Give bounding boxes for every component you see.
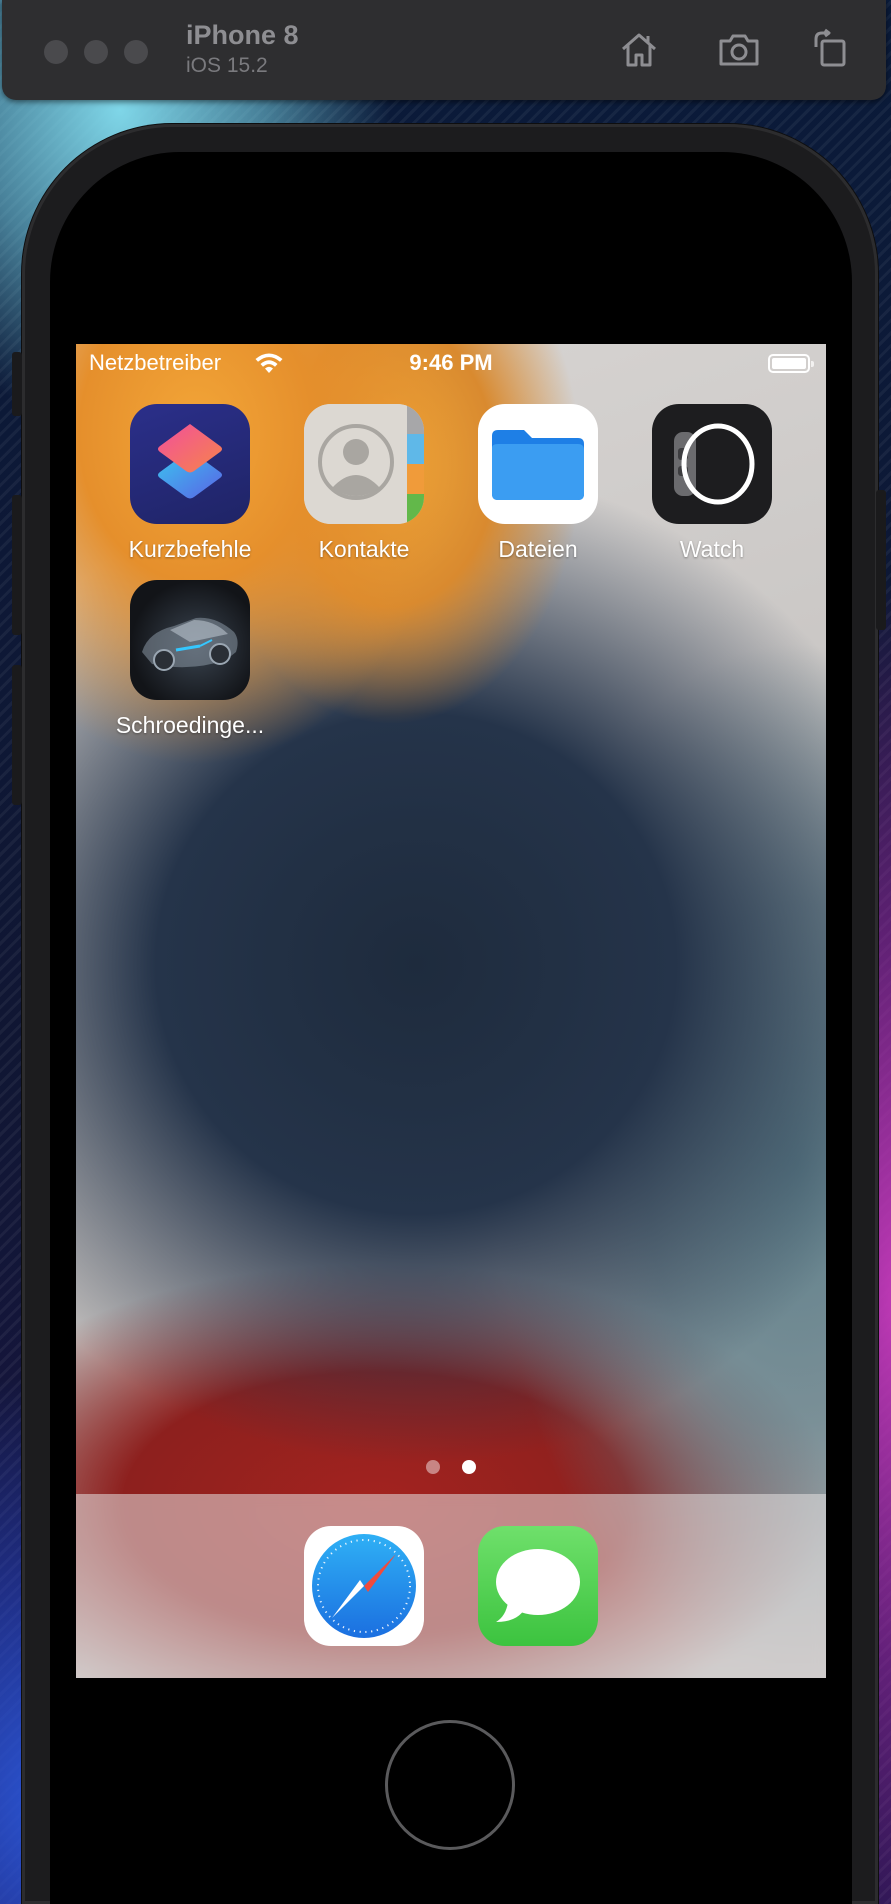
dock-app-messages[interactable]: [458, 1526, 618, 1646]
app-kurzbefehle[interactable]: Kurzbefehle: [110, 404, 270, 563]
safari-icon: [304, 1526, 424, 1646]
app-label: Dateien: [498, 536, 578, 562]
app-label: Kontakte: [318, 536, 410, 562]
device-name: iPhone 8: [186, 20, 299, 50]
zoom-window-button[interactable]: [124, 40, 148, 64]
mute-switch[interactable]: [12, 352, 22, 416]
app-watch[interactable]: Watch: [632, 404, 792, 563]
app-kontakte[interactable]: Kontakte: [284, 404, 444, 563]
simulator-titlebar: iPhone 8 iOS 15.2: [2, 0, 886, 100]
home-toolbar-button[interactable]: [614, 24, 664, 74]
status-bar: Netzbetreiber 9:46 PM: [76, 344, 826, 384]
screenshot-icon: [719, 34, 759, 66]
app-label: Kurzbefehle: [128, 536, 252, 562]
watch-icon: [652, 404, 772, 524]
home-icon: [622, 33, 656, 67]
dock-app-safari[interactable]: [284, 1526, 444, 1646]
app-schroedinger[interactable]: Schroedinge...: [110, 580, 270, 739]
volume-up-button[interactable]: [12, 495, 22, 635]
app-dateien[interactable]: Dateien: [458, 404, 618, 563]
power-button[interactable]: [876, 490, 886, 630]
rotate-toolbar-button[interactable]: [805, 24, 855, 74]
page-indicator[interactable]: [76, 1460, 826, 1474]
page-dot-active[interactable]: [462, 1460, 476, 1474]
shortcuts-icon: [130, 404, 250, 524]
app-label: Schroedinge...: [115, 712, 265, 738]
files-icon: [478, 404, 598, 524]
minimize-window-button[interactable]: [84, 40, 108, 64]
volume-down-button[interactable]: [12, 665, 22, 805]
home-screen: Netzbetreiber 9:46 PM Kurzbefehle Kontak…: [76, 344, 826, 1678]
close-window-button[interactable]: [44, 40, 68, 64]
page-dot[interactable]: [426, 1460, 440, 1474]
messages-icon: [478, 1526, 598, 1646]
dock: [76, 1494, 826, 1678]
contacts-icon: [304, 404, 424, 524]
car-app-icon: [130, 580, 250, 700]
battery-icon: [768, 354, 814, 373]
home-button[interactable]: [385, 1720, 515, 1850]
os-version: iOS 15.2: [186, 54, 268, 77]
app-label: Watch: [679, 536, 745, 562]
screenshot-toolbar-button[interactable]: [714, 24, 764, 74]
clock: 9:46 PM: [409, 350, 493, 375]
rotate-icon: [814, 28, 846, 67]
